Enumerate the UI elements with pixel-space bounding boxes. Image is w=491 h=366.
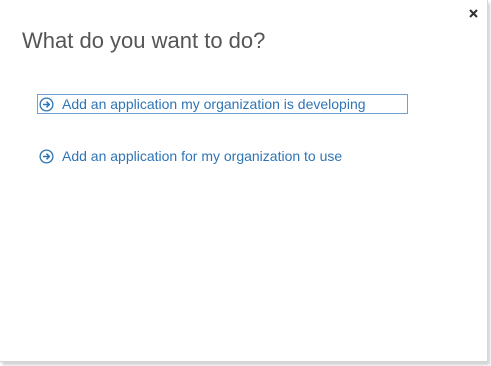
dialog: What do you want to do? Add an applicati… <box>0 0 488 362</box>
close-icon <box>468 8 478 18</box>
close-button[interactable] <box>465 5 481 21</box>
add-developing-app-option[interactable]: Add an application my organization is de… <box>37 94 408 114</box>
circle-arrow-right-icon <box>39 96 54 112</box>
option-label: Add an application my organization is de… <box>62 96 366 112</box>
option-label: Add an application for my organization t… <box>62 148 343 164</box>
circle-arrow-right-icon <box>39 148 54 164</box>
add-gallery-app-option[interactable]: Add an application for my organization t… <box>37 146 342 166</box>
dialog-title: What do you want to do? <box>22 28 266 53</box>
